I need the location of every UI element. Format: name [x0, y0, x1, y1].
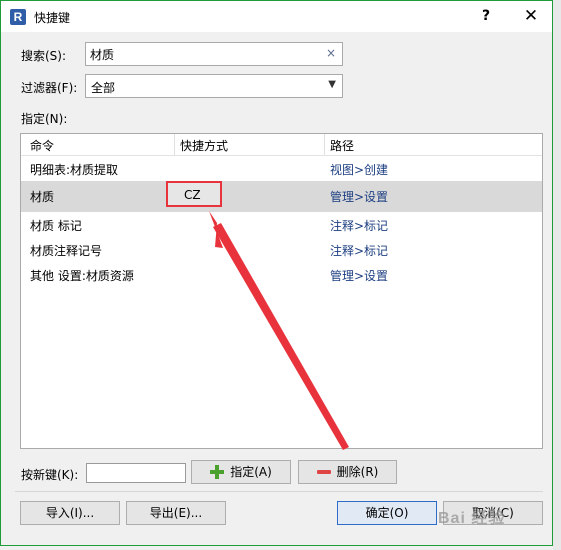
row-path: 视图>创建	[330, 163, 389, 177]
column-header-shortcut[interactable]: 快捷方式	[180, 137, 228, 154]
dialog-title: 快捷键	[34, 11, 71, 25]
row-path: 注释>标记	[330, 244, 389, 258]
table-row-selected[interactable]: 材质 CZ 管理>设置	[21, 181, 542, 212]
filter-dropdown[interactable]: 全部 ▼	[85, 74, 343, 98]
close-button[interactable]: ✕	[516, 2, 546, 30]
export-button[interactable]: 导出(E)...	[126, 501, 226, 525]
column-divider[interactable]	[324, 134, 325, 155]
row-path: 注释>标记	[330, 219, 389, 233]
column-header-command[interactable]: 命令	[30, 137, 54, 154]
plus-icon	[210, 465, 225, 479]
filter-label: 过滤器(F):	[21, 81, 78, 95]
column-divider[interactable]	[174, 134, 175, 155]
row-command: 材质注释记号	[30, 244, 103, 258]
filter-selected-value: 全部	[91, 81, 116, 95]
row-command: 材质	[30, 190, 55, 204]
clear-search-icon[interactable]: ×	[326, 46, 336, 60]
background-window-strip	[553, 0, 561, 550]
revit-app-icon: R	[10, 9, 26, 25]
divider	[15, 491, 543, 492]
table-row[interactable]: 其他 设置:材质资源 管理>设置	[21, 262, 542, 287]
assign-button-label: 指定(A)	[230, 465, 272, 479]
row-shortcut: CZ	[184, 188, 201, 202]
minus-icon	[316, 470, 331, 474]
assign-button[interactable]: 指定(A)	[191, 460, 291, 484]
assign-section-label: 指定(N):	[21, 112, 68, 126]
ok-button[interactable]: 确定(O)	[337, 501, 437, 525]
new-key-label: 按新键(K):	[21, 468, 79, 482]
import-button[interactable]: 导入(I)...	[20, 501, 120, 525]
new-key-input[interactable]	[86, 463, 186, 483]
row-path: 管理>设置	[330, 269, 389, 283]
row-path: 管理>设置	[330, 190, 389, 204]
table-row[interactable]: 材质注释记号 注释>标记	[21, 237, 542, 262]
shortcuts-table: 命令 快捷方式 路径 明细表:材质提取 视图>创建 材质 CZ 管理>设置 材质…	[20, 133, 543, 449]
search-input[interactable]	[90, 45, 315, 63]
table-row[interactable]: 材质 标记 注释>标记	[21, 212, 542, 237]
row-command: 明细表:材质提取	[30, 163, 119, 177]
remove-button[interactable]: 删除(R)	[298, 460, 397, 484]
row-command: 材质 标记	[30, 219, 82, 233]
shortcuts-dialog: R 快捷键 ? ✕ 搜索(S): × 过滤器(F): 全部 ▼ 指定(N): 命…	[0, 0, 553, 546]
table-row[interactable]: 明细表:材质提取 视图>创建	[21, 156, 542, 181]
search-label: 搜索(S):	[21, 49, 67, 63]
table-header: 命令 快捷方式 路径	[21, 134, 542, 156]
column-header-path[interactable]: 路径	[330, 137, 354, 154]
chevron-down-icon: ▼	[328, 79, 336, 90]
remove-button-label: 删除(R)	[336, 465, 379, 479]
shortcut-highlight-box[interactable]: CZ	[166, 181, 222, 207]
search-box[interactable]: ×	[85, 42, 343, 66]
help-button[interactable]: ?	[471, 2, 501, 30]
row-command: 其他 设置:材质资源	[30, 269, 134, 283]
baidu-watermark: Bai 经验	[438, 510, 506, 527]
title-bar: R 快捷键 ? ✕	[1, 1, 552, 32]
